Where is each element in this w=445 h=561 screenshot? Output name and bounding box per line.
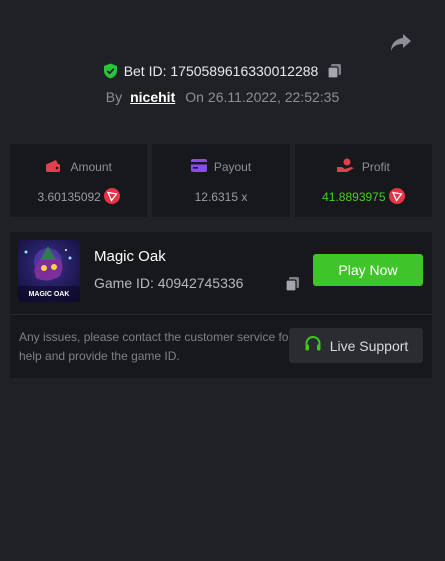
divider — [10, 314, 432, 315]
bet-datetime: 26.11.2022, 22:52:35 — [207, 89, 340, 105]
tron-coin-icon — [103, 187, 120, 207]
game-name: Magic Oak — [94, 248, 166, 265]
wallet-icon — [45, 159, 63, 176]
bet-stats: Amount 3.60135092 Payout 12.6315 x Profi… — [10, 144, 432, 217]
copy-icon[interactable] — [327, 63, 342, 82]
stat-label: Profit — [361, 160, 390, 174]
live-support-button[interactable]: Live Support — [289, 328, 423, 363]
live-support-label: Live Support — [329, 337, 409, 354]
tron-coin-icon — [388, 187, 405, 207]
bet-id-label: Bet ID: — [123, 63, 167, 79]
game-thumbnail[interactable]: MAGIC OAK — [18, 240, 80, 302]
hand-coin-icon — [336, 158, 355, 176]
stat-value: 12.6315 x — [194, 190, 248, 204]
stat-label: Payout — [213, 160, 252, 174]
stat-value: 3.60135092 — [37, 190, 101, 204]
bet-id-value: 1750589616330012288 — [170, 63, 319, 79]
on-label: On — [185, 89, 204, 105]
by-label: By — [105, 89, 123, 105]
game-id-label: Game ID: — [94, 275, 154, 291]
card-icon — [190, 159, 207, 175]
share-icon[interactable] — [389, 31, 413, 53]
game-card: MAGIC OAK Magic Oak Game ID: 40942745336… — [10, 232, 432, 378]
stat-profit: Profit 41.8893975 — [294, 144, 432, 217]
play-now-button[interactable]: Play Now — [313, 254, 423, 286]
game-id: Game ID: 40942745336 — [94, 275, 243, 291]
verified-shield-icon — [103, 63, 118, 82]
stat-amount: Amount 3.60135092 — [10, 144, 148, 217]
svg-text:MAGIC OAK: MAGIC OAK — [29, 291, 70, 298]
stat-payout: Payout 12.6315 x — [152, 144, 290, 217]
support-notice: Any issues, please contact the customer … — [19, 330, 293, 363]
headset-icon — [304, 335, 322, 356]
stat-label: Amount — [70, 160, 112, 174]
stat-value: 41.8893975 — [322, 190, 386, 204]
username-link[interactable]: nicehit — [130, 89, 175, 105]
bet-id-line: Bet ID: 1750589616330012288 — [0, 63, 445, 82]
game-id-value: 40942745336 — [157, 275, 244, 291]
bet-author-line: By nicehit On 26.11.2022, 22:52:35 — [0, 89, 445, 105]
copy-icon[interactable] — [285, 276, 300, 297]
